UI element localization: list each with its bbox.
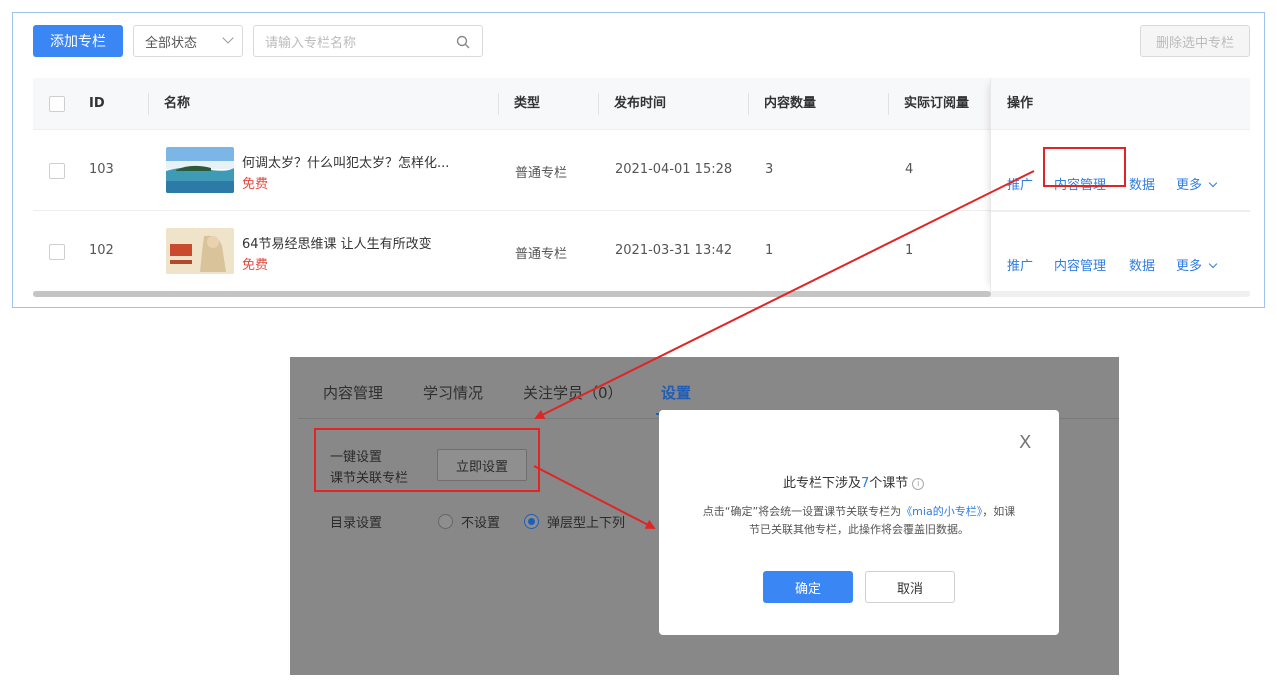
annotation-arrows bbox=[533, 170, 1035, 529]
arrow-to-dialog bbox=[533, 465, 656, 529]
arrow-to-settings bbox=[534, 170, 1035, 419]
